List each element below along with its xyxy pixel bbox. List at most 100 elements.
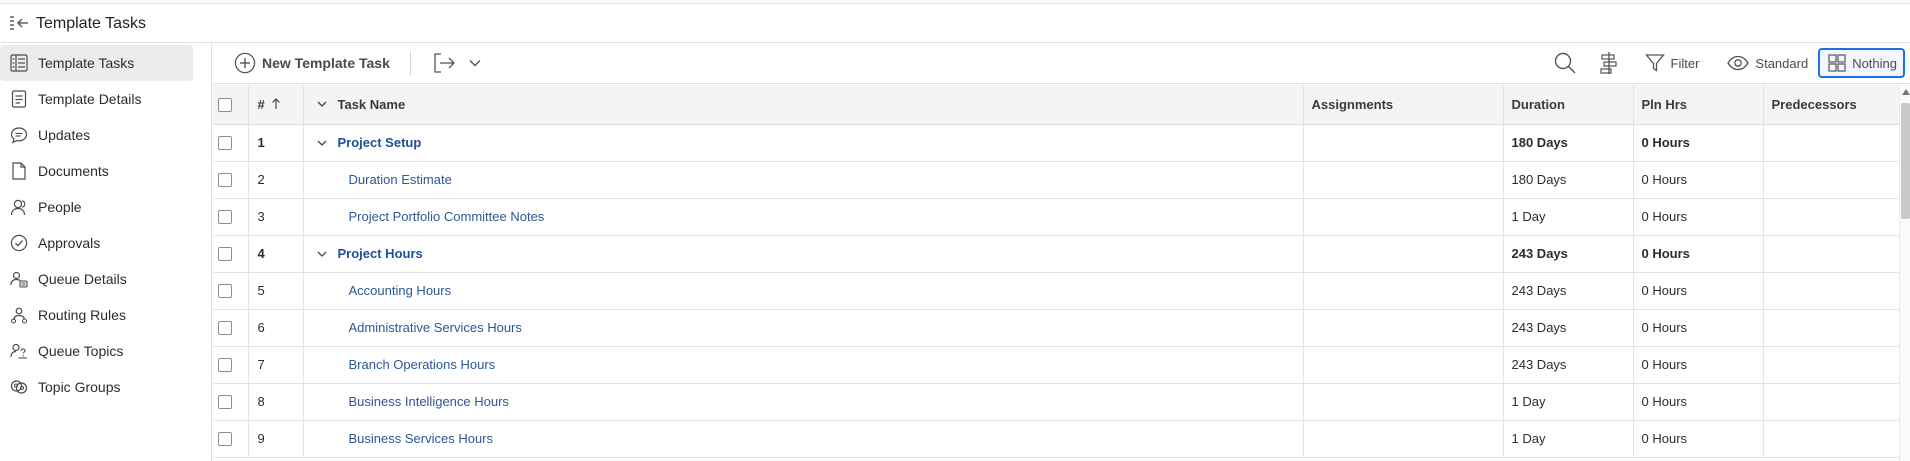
sidebar-item-queue-details[interactable]: Queue Details <box>0 261 193 297</box>
pln-hrs-cell[interactable]: 0 Hours <box>1632 198 1763 236</box>
view-button[interactable]: Standard <box>1721 48 1814 78</box>
sidebar-item-routing-rules[interactable]: Routing Rules <box>0 297 193 333</box>
pln-hrs-cell[interactable]: 0 Hours <box>1632 235 1763 273</box>
sidebar-item-updates[interactable]: Updates <box>0 117 193 153</box>
task-name-link[interactable]: Accounting Hours <box>349 283 452 298</box>
sidebar-item-queue-topics[interactable]: Queue Topics <box>0 333 193 369</box>
sidebar-item-approvals[interactable]: Approvals <box>0 225 193 261</box>
assignments-cell[interactable] <box>1302 420 1503 458</box>
pln-hrs-cell[interactable]: 0 Hours <box>1632 420 1763 458</box>
sidebar-item-template-tasks[interactable]: Template Tasks <box>0 45 193 81</box>
row-checkbox[interactable] <box>218 432 232 447</box>
predecessors-cell[interactable] <box>1762 124 1899 162</box>
grouping-button[interactable]: Nothing <box>1818 48 1905 78</box>
row-checkbox[interactable] <box>218 358 232 373</box>
table-row[interactable]: 6 Administrative Services Hours 243 Days… <box>213 309 1899 347</box>
toolbar-right-tools: Filter Standard Nothing <box>1551 46 1910 80</box>
task-name-link[interactable]: Branch Operations Hours <box>349 357 496 372</box>
predecessors-cell[interactable] <box>1762 161 1899 199</box>
new-template-task-button[interactable]: New Template Task <box>234 52 390 74</box>
assignments-cell[interactable] <box>1302 198 1503 236</box>
column-header-duration[interactable]: Duration <box>1502 85 1633 125</box>
pln-hrs-cell[interactable]: 0 Hours <box>1632 309 1763 347</box>
row-checkbox[interactable] <box>218 321 232 336</box>
duration-cell[interactable]: 180 Days <box>1502 124 1633 162</box>
scroll-up-arrow-icon[interactable] <box>1900 85 1910 99</box>
collapse-chevron-icon[interactable] <box>314 135 330 151</box>
row-checkbox[interactable] <box>218 173 232 188</box>
predecessors-cell[interactable] <box>1762 272 1899 310</box>
task-grid: # Task Name Assignments Duration Pln Hrs… <box>213 85 1910 461</box>
assignments-cell[interactable] <box>1302 272 1503 310</box>
table-row[interactable]: 7 Branch Operations Hours 243 Days 0 Hou… <box>213 346 1899 384</box>
task-name-link[interactable]: Duration Estimate <box>349 172 452 187</box>
assignments-cell[interactable] <box>1302 161 1503 199</box>
duration-cell[interactable]: 1 Day <box>1502 420 1633 458</box>
table-row[interactable]: 2 Duration Estimate 180 Days 0 Hours <box>213 161 1899 199</box>
row-checkbox[interactable] <box>218 247 232 262</box>
task-name-link[interactable]: Business Services Hours <box>349 431 494 446</box>
collapse-sidebar-icon[interactable] <box>8 13 30 35</box>
select-all-checkbox[interactable] <box>218 98 232 113</box>
pln-hrs-cell[interactable]: 0 Hours <box>1632 124 1763 162</box>
sidebar-item-template-details[interactable]: Template Details <box>0 81 193 117</box>
column-header-predecessors[interactable]: Predecessors <box>1762 85 1899 125</box>
row-checkbox[interactable] <box>218 210 232 225</box>
row-checkbox[interactable] <box>218 284 232 299</box>
row-checkbox[interactable] <box>218 136 232 151</box>
chevron-down-icon[interactable] <box>467 55 483 71</box>
task-name-link[interactable]: Project Hours <box>338 246 423 261</box>
collapse-chevron-icon[interactable] <box>314 246 330 262</box>
task-name-link[interactable]: Project Setup <box>338 135 422 150</box>
duration-cell[interactable]: 1 Day <box>1502 198 1633 236</box>
assignments-cell[interactable] <box>1302 346 1503 384</box>
export-button[interactable] <box>431 50 483 76</box>
task-name-link[interactable]: Administrative Services Hours <box>349 320 522 335</box>
table-row[interactable]: 1 Project Setup 180 Days 0 Hours <box>213 124 1899 162</box>
predecessors-cell[interactable] <box>1762 346 1899 384</box>
column-header-assignments[interactable]: Assignments <box>1302 85 1503 125</box>
timeline-icon[interactable] <box>1595 49 1623 77</box>
pln-hrs-cell[interactable]: 0 Hours <box>1632 383 1763 421</box>
task-name-cell: Business Intelligence Hours <box>302 383 1303 421</box>
assignments-cell[interactable] <box>1302 235 1503 273</box>
filter-button[interactable]: Filter <box>1639 48 1706 78</box>
duration-cell[interactable]: 243 Days <box>1502 272 1633 310</box>
sidebar-item-documents[interactable]: Documents <box>0 153 193 189</box>
duration-cell[interactable]: 243 Days <box>1502 309 1633 347</box>
sidebar-item-topic-groups[interactable]: Topic Groups <box>0 369 193 405</box>
task-name-link[interactable]: Business Intelligence Hours <box>349 394 509 409</box>
assignments-cell[interactable] <box>1302 309 1503 347</box>
expand-all-chevron-icon[interactable] <box>314 96 330 112</box>
table-row[interactable]: 3 Project Portfolio Committee Notes 1 Da… <box>213 198 1899 236</box>
search-icon[interactable] <box>1551 49 1579 77</box>
predecessors-cell[interactable] <box>1762 198 1899 236</box>
row-select-cell <box>213 235 248 273</box>
column-header-task-name[interactable]: Task Name <box>302 85 1303 125</box>
duration-cell[interactable]: 180 Days <box>1502 161 1633 199</box>
column-header-pln-hrs[interactable]: Pln Hrs <box>1632 85 1763 125</box>
table-row[interactable]: 8 Business Intelligence Hours 1 Day 0 Ho… <box>213 383 1899 421</box>
assignments-cell[interactable] <box>1302 124 1503 162</box>
predecessors-cell[interactable] <box>1762 420 1899 458</box>
duration-cell[interactable]: 243 Days <box>1502 235 1633 273</box>
table-row[interactable]: 5 Accounting Hours 243 Days 0 Hours <box>213 272 1899 310</box>
pln-hrs-cell[interactable]: 0 Hours <box>1632 346 1763 384</box>
duration-cell[interactable]: 1 Day <box>1502 383 1633 421</box>
vertical-scrollbar[interactable] <box>1899 85 1910 461</box>
predecessors-cell[interactable] <box>1762 383 1899 421</box>
duration-cell[interactable]: 243 Days <box>1502 346 1633 384</box>
pln-hrs-cell[interactable]: 0 Hours <box>1632 161 1763 199</box>
pln-hrs-cell[interactable]: 0 Hours <box>1632 272 1763 310</box>
predecessors-cell[interactable] <box>1762 235 1899 273</box>
predecessors-cell[interactable] <box>1762 309 1899 347</box>
row-checkbox[interactable] <box>218 395 232 410</box>
task-name-link[interactable]: Project Portfolio Committee Notes <box>349 209 545 224</box>
document-icon <box>9 161 29 181</box>
table-row[interactable]: 9 Business Services Hours 1 Day 0 Hours <box>213 420 1899 458</box>
assignments-cell[interactable] <box>1302 383 1503 421</box>
table-row[interactable]: 4 Project Hours 243 Days 0 Hours <box>213 235 1899 273</box>
scrollbar-thumb[interactable] <box>1901 103 1910 219</box>
sidebar-item-people[interactable]: People <box>0 189 193 225</box>
column-header-num[interactable]: # <box>247 85 303 125</box>
